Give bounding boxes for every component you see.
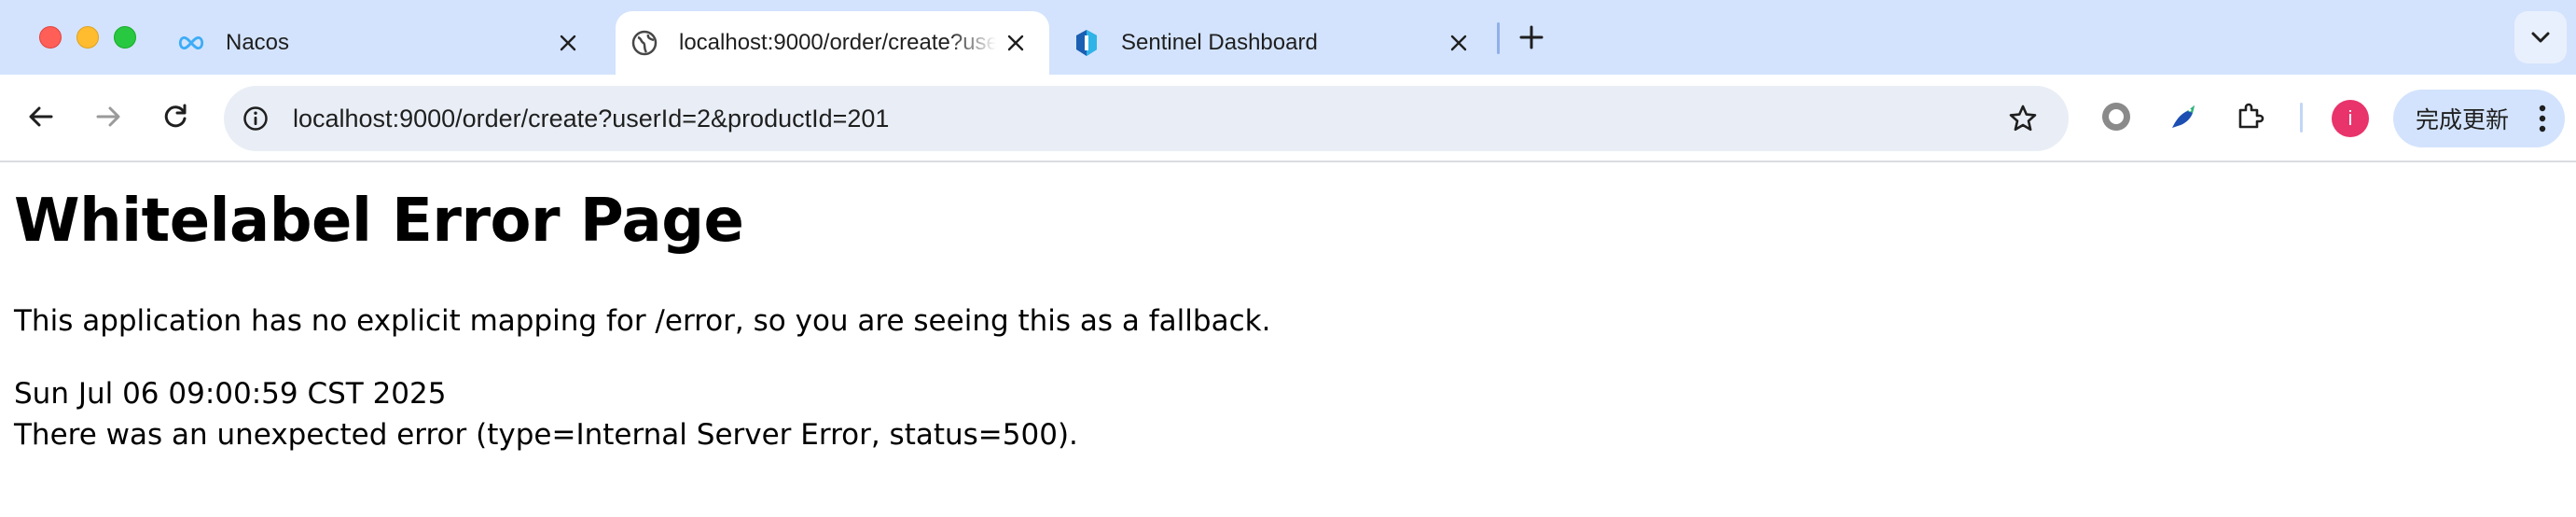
page-title: Whitelabel Error Page bbox=[14, 187, 744, 256]
error-timestamp: Sun Jul 06 09:00:59 CST 2025 bbox=[14, 377, 447, 411]
globe-icon bbox=[630, 29, 658, 57]
bookmark-star-icon[interactable] bbox=[2005, 101, 2041, 136]
chevron-down-icon bbox=[2531, 32, 2550, 43]
browser-toolbar: localhost:9000/order/create?userId=2&pro… bbox=[0, 75, 2576, 162]
tab-title: localhost:9000/order/create?userId=2&pro… bbox=[679, 30, 996, 55]
tab-sentinel-dashboard[interactable]: Sentinel Dashboard bbox=[1073, 11, 1492, 75]
nacos-infinity-icon bbox=[177, 29, 205, 57]
new-tab-button[interactable] bbox=[1513, 19, 1550, 56]
arrow-right-icon bbox=[96, 106, 120, 127]
tab-nacos[interactable]: Nacos bbox=[177, 11, 602, 75]
update-button-label: 完成更新 bbox=[2416, 107, 2510, 133]
arrow-left-icon bbox=[29, 106, 53, 127]
maximize-window-button[interactable] bbox=[114, 26, 136, 49]
close-tab-icon[interactable] bbox=[555, 30, 581, 56]
address-bar[interactable]: localhost:9000/order/create?userId=2&pro… bbox=[224, 86, 2069, 151]
toolbar-separator bbox=[2300, 103, 2303, 133]
tab-localhost[interactable]: localhost:9000/order/create?userId=2&pro… bbox=[616, 11, 1049, 75]
update-button[interactable]: 完成更新 bbox=[2393, 90, 2565, 147]
back-button[interactable] bbox=[21, 96, 62, 137]
tab-separator bbox=[1497, 22, 1500, 54]
tab-strip: Nacos localhost:9000/order/create?userId… bbox=[0, 0, 2576, 75]
tab-title: Sentinel Dashboard bbox=[1121, 30, 1318, 55]
minimize-window-button[interactable] bbox=[76, 26, 99, 49]
page-content: Whitelabel Error Page This application h… bbox=[0, 164, 2576, 517]
tab-search-button[interactable] bbox=[2514, 11, 2567, 63]
error-details: There was an unexpected error (type=Inte… bbox=[14, 418, 1078, 452]
forward-button[interactable] bbox=[88, 96, 129, 137]
profile-avatar[interactable]: i bbox=[2332, 100, 2369, 137]
tab-title: Nacos bbox=[226, 30, 290, 55]
address-url[interactable]: localhost:9000/order/create?userId=2&pro… bbox=[293, 86, 889, 151]
extension-record-icon[interactable] bbox=[2095, 95, 2138, 138]
close-tab-icon[interactable] bbox=[1003, 30, 1029, 56]
reload-icon bbox=[164, 104, 187, 128]
extension-bird-icon[interactable] bbox=[2162, 95, 2205, 138]
close-window-button[interactable] bbox=[39, 26, 62, 49]
reload-button[interactable] bbox=[155, 96, 196, 137]
more-menu-icon[interactable] bbox=[2537, 104, 2548, 133]
extensions-puzzle-icon[interactable] bbox=[2229, 95, 2272, 138]
error-description: This application has no explicit mapping… bbox=[14, 304, 1271, 338]
close-tab-icon[interactable] bbox=[1446, 30, 1472, 56]
plus-icon bbox=[1519, 25, 1544, 49]
site-info-icon[interactable] bbox=[241, 104, 270, 133]
sentinel-logo-icon bbox=[1073, 29, 1101, 57]
